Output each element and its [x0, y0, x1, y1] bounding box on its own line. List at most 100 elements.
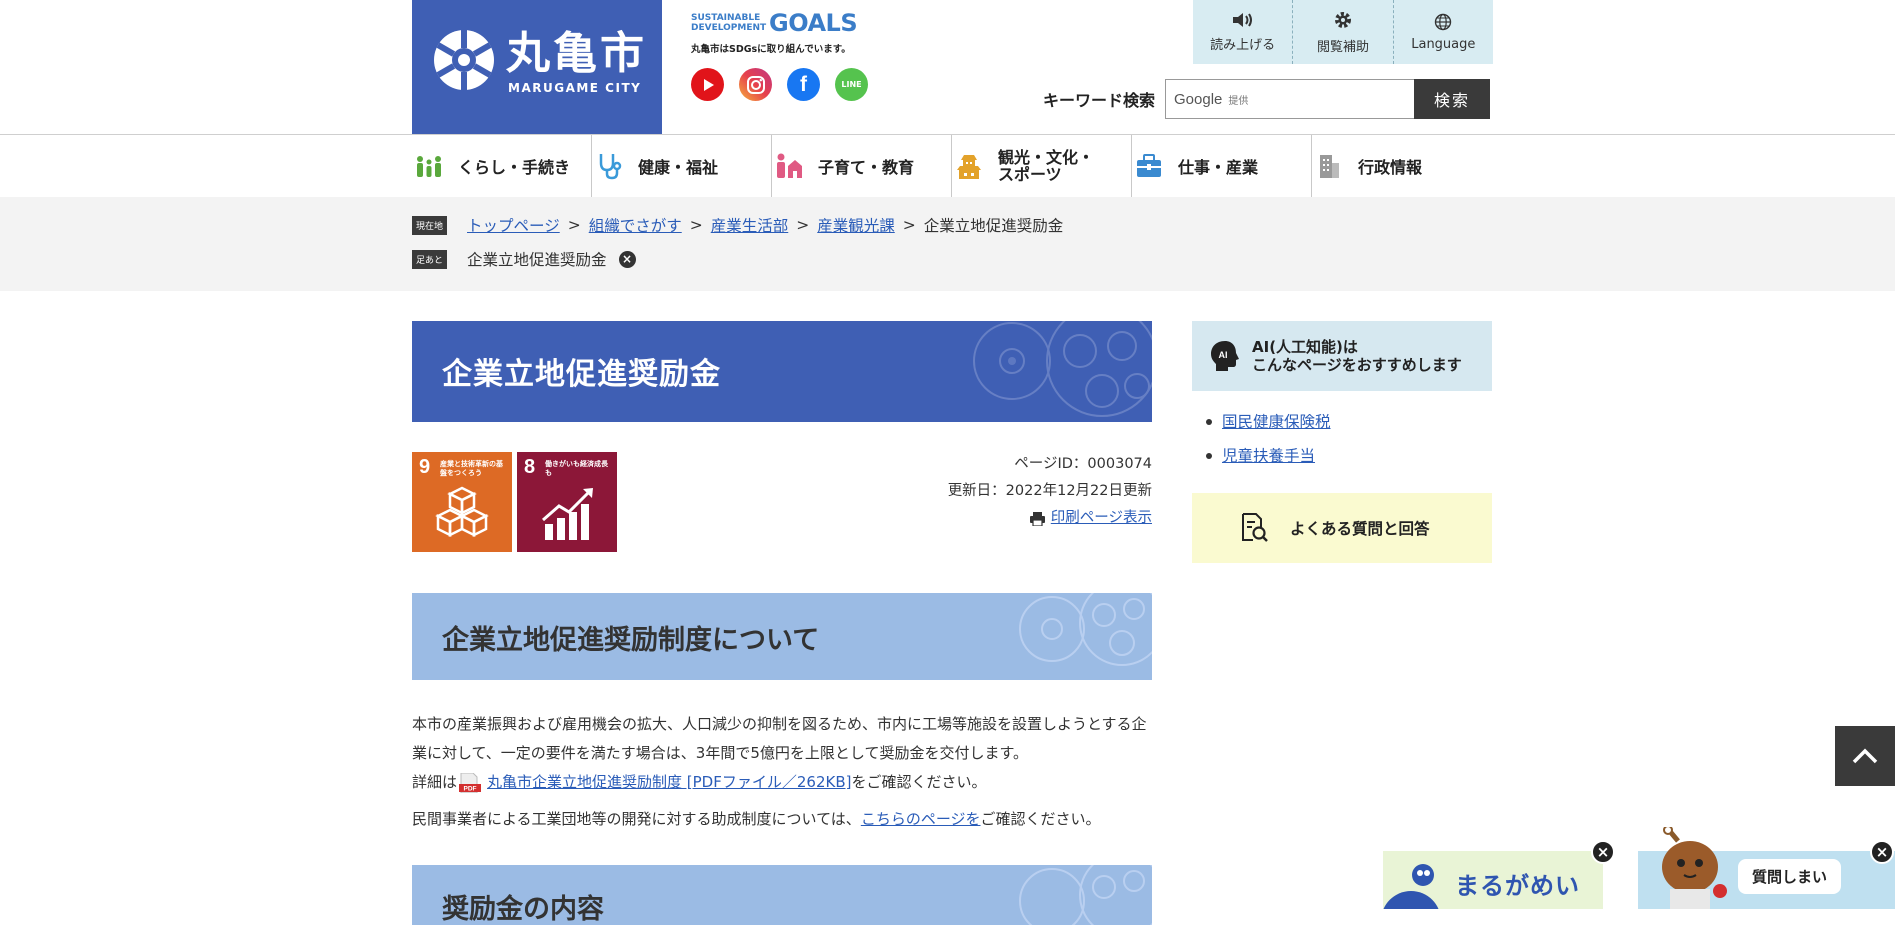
- page-title: 企業立地促進奨励金: [442, 357, 721, 392]
- read-aloud-label: 読み上げる: [1210, 37, 1276, 53]
- logo-name-en: MARUGAME CITY: [508, 81, 642, 95]
- section-heading: 奨励金の内容: [442, 894, 604, 925]
- breadcrumb-separator: >: [567, 216, 581, 234]
- page-title-band: 企業立地促進奨励金: [412, 321, 1152, 422]
- industrial-park-prefix: 民間事業者による工業団地等の開発に対する助成制度については、: [412, 810, 861, 828]
- people-icon: [417, 156, 441, 177]
- close-banner-button[interactable]: ×: [1591, 840, 1615, 864]
- social-links: f LINE: [691, 68, 868, 101]
- sdg-badge-caption: 働きがいも経済成長も: [545, 460, 608, 477]
- line-glyph: LINE: [841, 80, 862, 89]
- flower-decoration-icon: [1019, 593, 1152, 666]
- flower-decoration-icon: [1019, 865, 1152, 925]
- banner-question-text: 質問しまい: [1738, 859, 1842, 894]
- speaker-icon: [1232, 12, 1252, 27]
- nav-label-childcare: 子育て・教育: [818, 158, 915, 177]
- current-location-tag: 現在地: [412, 215, 448, 235]
- ai-link-child-support[interactable]: 児童扶養手当: [1222, 439, 1315, 473]
- mascot-icon: [1662, 827, 1727, 909]
- print-page-link[interactable]: 印刷ページ表示: [1051, 505, 1152, 532]
- city-emblem-icon: [434, 30, 494, 90]
- globe-icon: [1435, 13, 1452, 30]
- paragraph-details: 詳細は PDF 丸亀市企業立地促進奨励制度 [PDFファイル／262KB]をご確認く…: [412, 768, 1157, 797]
- breadcrumb-link-dept[interactable]: 産業生活部: [711, 214, 789, 236]
- google-provided-text: 提供: [1228, 95, 1249, 107]
- briefcase-icon: [1137, 154, 1161, 177]
- family-icon: [777, 153, 802, 178]
- industrial-park-suffix: ご確認ください。: [980, 810, 1101, 828]
- flower-decoration-icon: [973, 321, 1152, 417]
- breadcrumb-separator: >: [689, 216, 703, 234]
- section-heading: 企業立地促進奨励制度について: [442, 625, 820, 656]
- breadcrumb-link-org[interactable]: 組織でさがす: [589, 214, 682, 236]
- facebook-icon[interactable]: f: [787, 68, 820, 101]
- history-trail: 足あと 企業立地促進奨励金 ×: [412, 248, 636, 270]
- breadcrumb-link-top[interactable]: トップページ: [467, 214, 560, 236]
- breadcrumb-link-section[interactable]: 産業観光課: [817, 214, 895, 236]
- castle-icon: [957, 155, 981, 179]
- accessibility-tools: 読み上げる 閲覧補助 Language: [1193, 0, 1493, 64]
- section-heading-band: 奨励金の内容: [412, 865, 1152, 925]
- nav-item-tourism[interactable]: 観光・文化・ スポーツ: [952, 135, 1132, 197]
- logo-name-jp: 丸亀市: [506, 28, 647, 79]
- details-prefix: 詳細は: [412, 773, 458, 791]
- paragraph-intro: 本市の産業振興および雇用機会の拡大、人口減少の抑制を図るため、市内に工場等施設を…: [412, 715, 1147, 762]
- breadcrumb-current: 企業立地促進奨励金: [923, 217, 1064, 235]
- industrial-park-link[interactable]: こちらのページを: [861, 810, 981, 828]
- nav-label-living: くらし・手続き: [458, 158, 571, 177]
- read-aloud-button[interactable]: 読み上げる: [1193, 0, 1294, 64]
- breadcrumb-separator: >: [902, 216, 916, 234]
- google-logo: Google: [1174, 90, 1223, 108]
- nav-label-health: 健康・福祉: [638, 158, 719, 177]
- document-search-icon: [1242, 513, 1268, 542]
- close-banner-button[interactable]: ×: [1870, 840, 1894, 864]
- view-assist-button[interactable]: 閲覧補助: [1293, 0, 1394, 64]
- question-shimai-banner[interactable]: 質問しまい: [1638, 827, 1895, 909]
- faq-button[interactable]: よくある質問と回答: [1192, 493, 1492, 563]
- cubes-icon: [435, 486, 489, 538]
- language-button[interactable]: Language: [1394, 0, 1493, 64]
- sdg-goal-9-badge[interactable]: 9 産業と技術革新の基盤をつくろう: [412, 452, 512, 552]
- ai-head-text: AI: [1219, 350, 1228, 360]
- history-item[interactable]: 企業立地促進奨励金: [467, 248, 607, 270]
- sdgs-goals-text: GOALS: [769, 9, 858, 37]
- nav-label-work: 仕事・産業: [1178, 158, 1259, 177]
- site-logo[interactable]: 丸亀市 MARUGAME CITY: [412, 0, 662, 134]
- search-input[interactable]: Google 提供: [1165, 79, 1415, 119]
- nav-item-work[interactable]: 仕事・産業: [1132, 135, 1312, 197]
- back-to-top-button[interactable]: [1835, 726, 1895, 786]
- nav-item-living[interactable]: くらし・手続き: [412, 135, 592, 197]
- search-button[interactable]: 検索: [1414, 79, 1491, 119]
- nav-item-health[interactable]: 健康・福祉: [592, 135, 772, 197]
- keyword-search: キーワード検索 Google 提供 検索: [1043, 79, 1491, 119]
- ai-title-line2: こんなページをおすすめします: [1252, 356, 1462, 374]
- breadcrumb-area: 現在地 トップページ > 組織でさがす > 産業生活部 > 産業観光課 > 企業…: [0, 197, 1895, 291]
- youtube-icon[interactable]: [691, 68, 724, 101]
- ai-title-line1: AI(人工知能)は: [1252, 338, 1358, 356]
- list-item: 国民健康保険税: [1206, 405, 1331, 439]
- history-remove-icon[interactable]: ×: [618, 250, 636, 268]
- sdgs-logo[interactable]: SUSTAINABLE DEVELOPMENT GOALS 丸亀市はSDGsに取…: [691, 10, 881, 55]
- nav-item-childcare[interactable]: 子育て・教育: [772, 135, 952, 197]
- nav-item-admin[interactable]: 行政情報: [1312, 135, 1492, 197]
- sdg-badge-number: 8: [524, 456, 536, 478]
- page-meta: ページID：0003074 更新日：2022年12月22日更新 印刷ページ表示: [948, 451, 1152, 536]
- ai-recommend-list: 国民健康保険税 児童扶養手当: [1206, 405, 1331, 473]
- marugame-mate-banner[interactable]: まるがめいと: [1383, 851, 1603, 909]
- mascot-icon: [1383, 864, 1439, 909]
- line-icon[interactable]: LINE: [835, 68, 868, 101]
- printer-icon: [1029, 511, 1045, 526]
- instagram-icon[interactable]: [739, 68, 772, 101]
- breadcrumb: 現在地 トップページ > 組織でさがす > 産業生活部 > 産業観光課 > 企業…: [412, 214, 1063, 236]
- details-suffix: をご確認ください。: [851, 773, 987, 791]
- chevron-up-icon: [1852, 748, 1878, 764]
- pdf-document-link[interactable]: 丸亀市企業立地促進奨励制度 [PDFファイル／262KB]: [487, 773, 851, 791]
- nav-label-tourism-line2: スポーツ: [998, 165, 1062, 184]
- nav-label-admin: 行政情報: [1358, 158, 1423, 177]
- sdg-goal-8-badge[interactable]: 8 働きがいも経済成長も: [517, 452, 617, 552]
- ai-link-national-health-tax[interactable]: 国民健康保険税: [1222, 405, 1331, 439]
- section-heading-band: 企業立地促進奨励制度について: [412, 593, 1152, 680]
- print-link-row: 印刷ページ表示: [1029, 505, 1152, 532]
- site-header: 丸亀市 MARUGAME CITY SUSTAINABLE DEVELOPMEN…: [0, 0, 1895, 135]
- banner-marugame-mate-text: まるがめいと: [1455, 872, 1580, 909]
